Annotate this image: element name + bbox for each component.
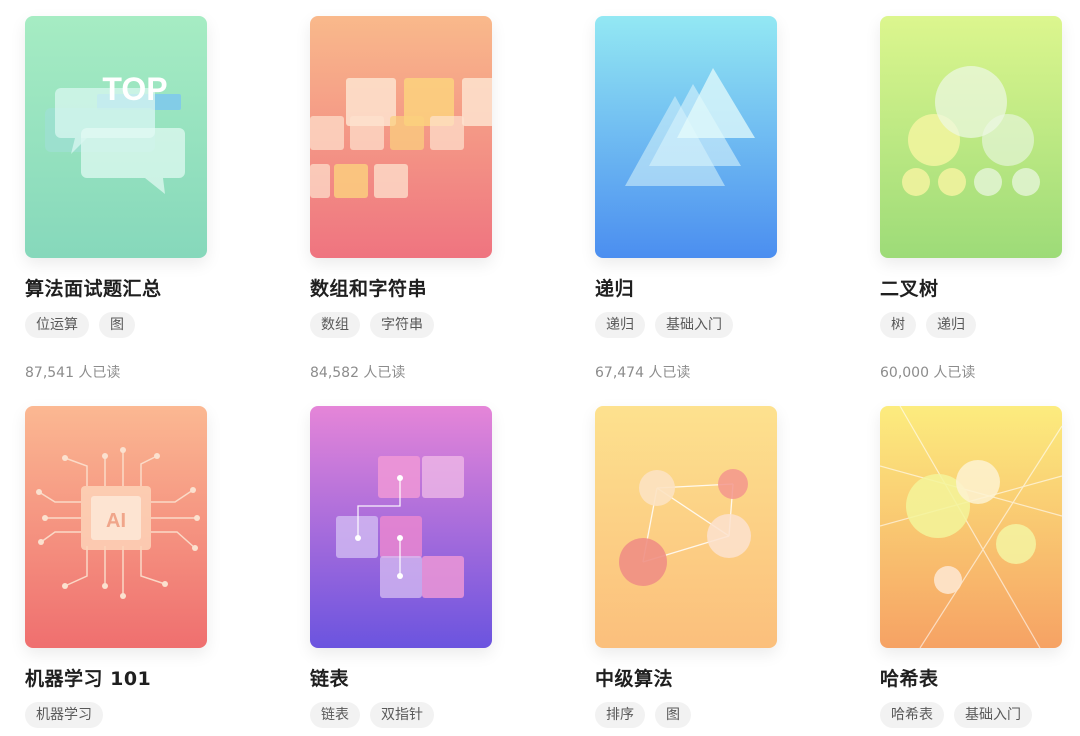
course-cover[interactable] — [310, 16, 492, 258]
course-title[interactable]: 机器学习 101 — [25, 664, 225, 691]
course-tag[interactable]: 字符串 — [370, 312, 434, 338]
course-cover[interactable] — [880, 16, 1062, 258]
course-tag[interactable]: 图 — [99, 312, 135, 338]
read-count: 84,582 人已读 — [310, 365, 406, 381]
course-tag[interactable]: 链表 — [310, 702, 360, 728]
cover-text: AI — [106, 510, 126, 532]
read-count: 67,474 人已读 — [595, 365, 691, 381]
course-tag[interactable]: 数组 — [310, 312, 360, 338]
course-title[interactable]: 算法面试题汇总 — [25, 274, 225, 301]
course-title[interactable]: 链表 — [310, 664, 510, 691]
recursive-triangles-icon — [595, 16, 777, 258]
tag-list: 链表 双指针 — [310, 702, 434, 728]
course-tag[interactable]: 基础入门 — [655, 312, 733, 338]
course-cover[interactable] — [880, 406, 1062, 648]
read-count: 87,541 人已读 — [25, 365, 121, 381]
array-blocks-icon — [310, 16, 492, 258]
cover-text: TOP — [102, 71, 167, 107]
tag-list: 数组 字符串 — [310, 312, 434, 338]
binary-tree-icon — [880, 16, 1062, 258]
course-grid: TOP 算法面试题汇总 位运算 图 87,541 人已读 数组和字符串 数组 字… — [0, 0, 1080, 736]
course-title[interactable]: 二叉树 — [880, 274, 1080, 301]
course-tag[interactable]: 机器学习 — [25, 702, 103, 728]
course-tag[interactable]: 树 — [880, 312, 916, 338]
course-title[interactable]: 哈希表 — [880, 664, 1080, 691]
tag-list: 递归 基础入门 — [595, 312, 733, 338]
tag-list: 位运算 图 — [25, 312, 135, 338]
ai-chip-icon: AI — [25, 406, 207, 648]
tag-list: 排序 图 — [595, 702, 691, 728]
course-title[interactable]: 递归 — [595, 274, 795, 301]
course-cover[interactable] — [310, 406, 492, 648]
read-count: 60,000 人已读 — [880, 365, 976, 381]
course-tag[interactable]: 递归 — [926, 312, 976, 338]
course-tag[interactable]: 排序 — [595, 702, 645, 728]
course-tag[interactable]: 递归 — [595, 312, 645, 338]
course-tag[interactable]: 位运算 — [25, 312, 89, 338]
course-cover[interactable]: AI — [25, 406, 207, 648]
course-title[interactable]: 数组和字符串 — [310, 274, 510, 301]
graph-nodes-icon — [595, 406, 777, 648]
course-tag[interactable]: 图 — [655, 702, 691, 728]
tag-list: 树 递归 — [880, 312, 976, 338]
hash-circles-icon — [880, 406, 1062, 648]
linked-list-icon — [310, 406, 492, 648]
course-tag[interactable]: 双指针 — [370, 702, 434, 728]
tag-list: 哈希表 基础入门 — [880, 702, 1032, 728]
course-cover[interactable] — [595, 406, 777, 648]
course-cover[interactable]: TOP — [25, 16, 207, 258]
course-tag[interactable]: 基础入门 — [954, 702, 1032, 728]
course-title[interactable]: 中级算法 — [595, 664, 795, 691]
chat-bubbles-top-icon: TOP — [25, 16, 207, 258]
course-tag[interactable]: 哈希表 — [880, 702, 944, 728]
course-cover[interactable] — [595, 16, 777, 258]
tag-list: 机器学习 — [25, 702, 103, 728]
